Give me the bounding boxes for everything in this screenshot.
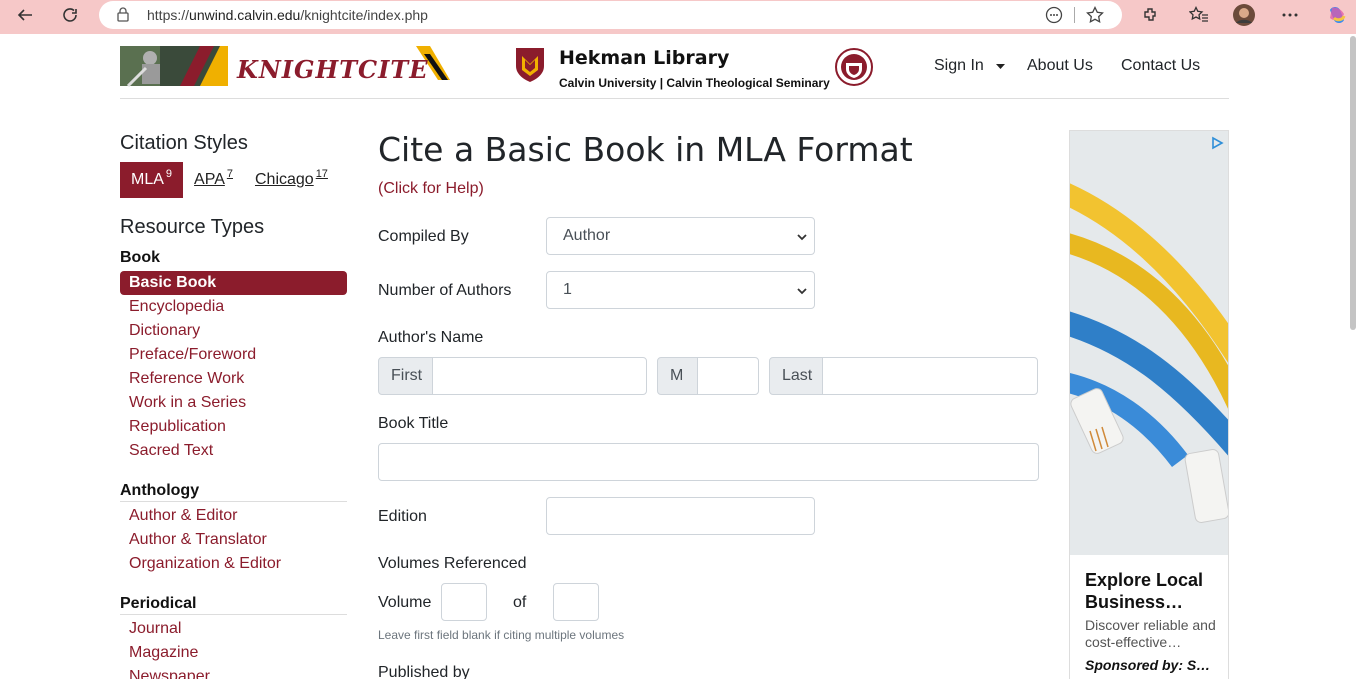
- edition-input[interactable]: [546, 497, 815, 535]
- url-path: /knightcite/index.php: [300, 7, 428, 23]
- published-by-label: Published by: [378, 664, 470, 679]
- style-tab-label: Chicago: [254, 171, 314, 188]
- style-tab-mla[interactable]: MLA 9: [120, 162, 184, 198]
- group-heading-book: Book: [120, 249, 160, 266]
- resource-sacred-text[interactable]: Sacred Text: [120, 439, 347, 463]
- site-header: KNIGHTCITE Hekman Library Calvin Univers…: [120, 36, 1229, 99]
- resource-author-translator[interactable]: Author & Translator: [120, 528, 347, 552]
- middle-initial-addon: M: [657, 357, 698, 395]
- about-us-link[interactable]: About Us: [1027, 57, 1093, 75]
- url-text: https://unwind.calvin.edu/knightcite/ind…: [147, 7, 428, 23]
- url-prefix: https://: [147, 7, 190, 23]
- resource-organization-editor[interactable]: Organization & Editor: [120, 552, 347, 576]
- resource-preface-foreword[interactable]: Preface/Foreword: [120, 343, 347, 367]
- sign-in-dropdown[interactable]: Sign In: [934, 57, 1006, 75]
- edition-label: Edition: [378, 508, 427, 525]
- address-bar[interactable]: https://unwind.calvin.edu/knightcite/ind…: [99, 1, 1122, 29]
- book-resource-list: Basic Book Encyclopedia Dictionary Prefa…: [120, 271, 347, 463]
- book-title-input[interactable]: [378, 443, 1039, 481]
- advertisement[interactable]: Explore Local Business… Discover reliabl…: [1069, 130, 1229, 679]
- sign-in-label: Sign In: [934, 57, 984, 75]
- url-divider: [1074, 7, 1075, 23]
- compiled-by-label: Compiled By: [378, 228, 469, 245]
- middle-initial-input[interactable]: [697, 357, 759, 395]
- contact-us-link[interactable]: Contact Us: [1121, 57, 1200, 75]
- authors-name-label: Author's Name: [378, 329, 484, 346]
- resource-author-editor[interactable]: Author & Editor: [120, 504, 347, 528]
- url-host: unwind.calvin.edu: [189, 7, 301, 23]
- refresh-icon[interactable]: [58, 3, 82, 27]
- book-title-label: Book Title: [378, 415, 449, 432]
- chevron-down-icon: [796, 284, 808, 296]
- last-name-input[interactable]: [822, 357, 1038, 395]
- group-heading-anthology: Anthology: [120, 482, 347, 502]
- style-tab-apa[interactable]: APA 7: [183, 162, 244, 198]
- num-authors-select[interactable]: 1: [546, 271, 815, 309]
- resource-newspaper[interactable]: Newspaper: [120, 665, 347, 679]
- periodical-resource-list: Journal Magazine Newspaper: [120, 617, 347, 679]
- profile-avatar-icon[interactable]: [1232, 3, 1256, 27]
- anthology-resource-list: Author & Editor Author & Translator Orga…: [120, 504, 347, 576]
- favorite-star-icon[interactable]: [1086, 5, 1104, 29]
- copilot-icon[interactable]: [1325, 3, 1349, 27]
- library-title[interactable]: Hekman Library: [559, 47, 729, 69]
- favorites-icon[interactable]: [1187, 3, 1211, 27]
- help-link[interactable]: (Click for Help): [378, 180, 484, 198]
- style-version: 7: [226, 168, 233, 180]
- citation-style-tabs: MLA 9 APA 7 Chicago 17: [120, 162, 339, 198]
- resource-reference-work[interactable]: Reference Work: [120, 367, 347, 391]
- style-tab-label: APA: [194, 171, 225, 188]
- reader-icon[interactable]: [1045, 6, 1063, 29]
- volume-label: Volume: [378, 594, 432, 611]
- resource-types-heading: Resource Types: [120, 216, 265, 238]
- compiled-by-select[interactable]: Author: [546, 217, 815, 255]
- knightcite-logo[interactable]: KNIGHTCITE: [120, 46, 452, 88]
- page-scrollbar[interactable]: [1350, 36, 1356, 330]
- style-tab-chicago[interactable]: Chicago 17: [244, 162, 339, 198]
- chevron-down-icon: [796, 230, 808, 242]
- page-title: Cite a Basic Book in MLA Format: [378, 130, 913, 169]
- first-name-addon: First: [378, 357, 433, 395]
- style-version: 9: [165, 168, 173, 180]
- resource-journal[interactable]: Journal: [120, 617, 347, 641]
- group-heading-periodical: Periodical: [120, 595, 347, 615]
- calvin-shield-logo: [514, 46, 546, 89]
- back-arrow-icon[interactable]: [13, 3, 37, 27]
- num-authors-value: 1: [563, 281, 572, 298]
- lock-icon: [117, 7, 129, 27]
- of-label: of: [513, 594, 527, 611]
- resource-work-in-series[interactable]: Work in a Series: [120, 391, 347, 415]
- resource-dictionary[interactable]: Dictionary: [120, 319, 347, 343]
- knightcite-logo-text: KNIGHTCITE: [237, 55, 429, 84]
- caret-down-icon: [996, 57, 1006, 75]
- volumes-referenced-label: Volumes Referenced: [378, 555, 527, 572]
- seminary-seal-logo: [834, 47, 874, 92]
- ad-title[interactable]: Explore Local Business…: [1085, 569, 1225, 613]
- style-tab-label: MLA: [131, 171, 164, 188]
- style-version: 17: [315, 168, 328, 180]
- volume-number-input[interactable]: [441, 583, 487, 621]
- adchoices-icon[interactable]: [1209, 135, 1225, 156]
- ad-description: Discover reliable and cost-effective…: [1085, 617, 1216, 650]
- citation-styles-heading: Citation Styles: [120, 132, 248, 154]
- ad-image-cables[interactable]: [1070, 131, 1228, 555]
- num-authors-label: Number of Authors: [378, 282, 512, 299]
- compiled-by-value: Author: [563, 227, 611, 244]
- resource-encyclopedia[interactable]: Encyclopedia: [120, 295, 347, 319]
- more-menu-icon[interactable]: [1278, 3, 1302, 27]
- resource-magazine[interactable]: Magazine: [120, 641, 347, 665]
- volume-total-input[interactable]: [553, 583, 599, 621]
- resource-republication[interactable]: Republication: [120, 415, 347, 439]
- resource-basic-book[interactable]: Basic Book: [120, 271, 347, 295]
- extensions-icon[interactable]: [1139, 3, 1163, 27]
- ad-sponsor: Sponsored by: S…: [1085, 657, 1211, 673]
- browser-toolbar: https://unwind.calvin.edu/knightcite/ind…: [0, 0, 1356, 34]
- first-name-input[interactable]: [432, 357, 647, 395]
- library-subtitle: Calvin University | Calvin Theological S…: [559, 76, 830, 90]
- last-name-addon: Last: [769, 357, 823, 395]
- volume-help-note: Leave first field blank if citing multip…: [378, 628, 625, 642]
